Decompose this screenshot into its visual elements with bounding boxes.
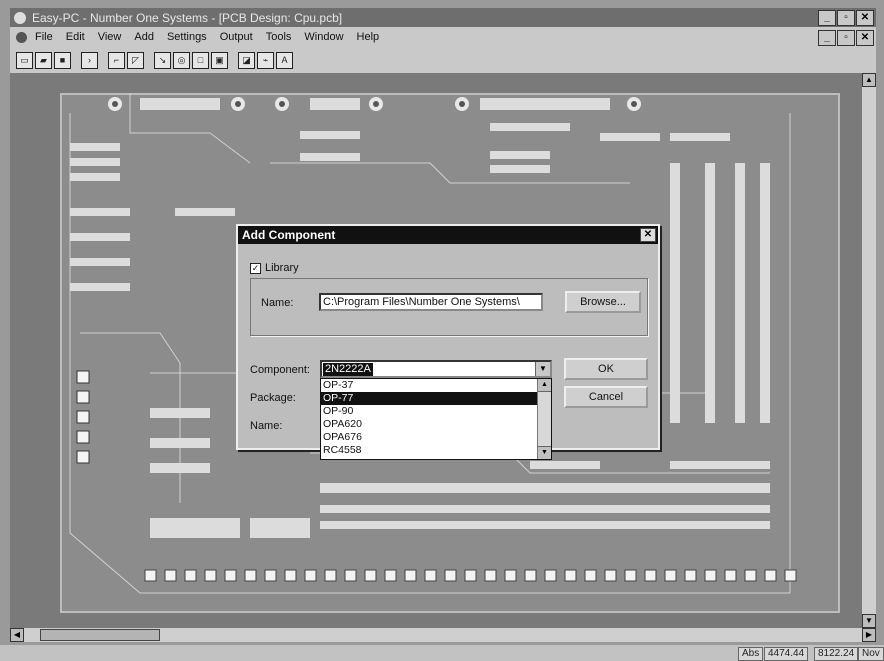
scroll-down-icon[interactable]: ▼: [862, 614, 876, 628]
dropdown-item[interactable]: OP-90: [321, 405, 537, 418]
add-component-dialog: Add Component ✕ ✓ Library Name: C:\Progr…: [236, 224, 660, 460]
menu-window[interactable]: Window: [304, 31, 343, 43]
menu-tools[interactable]: Tools: [266, 31, 292, 43]
library-path-field[interactable]: C:\Program Files\Number One Systems\: [319, 293, 543, 311]
link-icon[interactable]: ⌁: [257, 51, 274, 69]
document-controls: _ ▫ ✕: [818, 30, 874, 46]
status-y: 8122.24: [814, 647, 859, 661]
arrow-icon[interactable]: ›: [81, 51, 98, 69]
dropdown-item[interactable]: RC4558: [321, 444, 537, 457]
component-dropdown-list[interactable]: OP-37 OP-77 OP-90 OPA620 OPA676 RC4558 ▲…: [320, 378, 552, 460]
maximize-button[interactable]: ▫: [837, 10, 855, 26]
horizontal-scrollbar[interactable]: ◀ ▶: [10, 628, 876, 642]
scroll-right-icon[interactable]: ▶: [862, 628, 876, 642]
via-icon[interactable]: ◎: [173, 51, 190, 69]
scroll-up-icon[interactable]: ▲: [862, 73, 876, 87]
scroll-thumb[interactable]: [40, 629, 160, 641]
menu-edit[interactable]: Edit: [66, 31, 85, 43]
menu-output[interactable]: Output: [220, 31, 253, 43]
window-controls: _ ▫ ✕: [818, 10, 874, 26]
minimize-button[interactable]: _: [818, 10, 836, 26]
status-bar: Abs 4474.44 8122.24 Nov: [0, 645, 884, 661]
app-icon[interactable]: [14, 11, 26, 24]
document-icon[interactable]: [16, 31, 27, 43]
component-value: 2N2222A: [323, 363, 373, 376]
library-label: Library: [265, 262, 299, 274]
toolbar: ▭ ▰ ■ › ⌐ ◸ ↘ ◎ □ ▣ ◪ ⌁ A: [10, 47, 876, 73]
browse-button[interactable]: Browse...: [565, 291, 641, 313]
component-label: Component:: [250, 364, 310, 376]
menu-file[interactable]: File: [35, 31, 53, 43]
menu-bar: File Edit View Add Settings Output Tools…: [10, 27, 876, 47]
menu-view[interactable]: View: [98, 31, 122, 43]
dropdown-scroll-up-icon[interactable]: ▲: [538, 379, 551, 392]
window-title: Easy-PC - Number One Systems - [PCB Desi…: [32, 10, 343, 25]
ok-button[interactable]: OK: [564, 358, 648, 380]
dialog-title-bar[interactable]: Add Component ✕: [238, 226, 658, 244]
menu-settings[interactable]: Settings: [167, 31, 207, 43]
dropdown-item-selected[interactable]: OP-77: [321, 392, 537, 405]
status-units: Nov: [858, 647, 884, 661]
dropdown-item[interactable]: OPA620: [321, 418, 537, 431]
doc-maximize-button[interactable]: ▫: [837, 30, 855, 46]
name-label: Name:: [250, 420, 283, 432]
dialog-close-icon[interactable]: ✕: [640, 228, 656, 242]
pointer-icon[interactable]: ◸: [127, 51, 144, 69]
save-icon[interactable]: ■: [54, 51, 71, 69]
status-x: 4474.44: [764, 647, 809, 661]
scroll-left-icon[interactable]: ◀: [10, 628, 24, 642]
component-combobox[interactable]: 2N2222A ▼: [320, 360, 552, 378]
track-icon[interactable]: ↘: [154, 51, 171, 69]
copper-icon[interactable]: ◪: [238, 51, 255, 69]
open-doc-icon[interactable]: ▰: [35, 51, 52, 69]
dropdown-scroll-down-icon[interactable]: ▼: [538, 446, 551, 459]
text-icon[interactable]: A: [276, 51, 293, 69]
pad-icon[interactable]: □: [192, 51, 209, 69]
dialog-title: Add Component: [242, 228, 336, 242]
dropdown-item[interactable]: OPA676: [321, 431, 537, 444]
library-group: Name: C:\Program Files\Number One System…: [250, 278, 648, 336]
vertical-scrollbar[interactable]: ▲ ▼: [862, 73, 876, 628]
select-icon[interactable]: ⌐: [108, 51, 125, 69]
package-label: Package:: [250, 392, 296, 404]
status-mode: Abs: [738, 647, 764, 661]
new-doc-icon[interactable]: ▭: [16, 51, 33, 69]
library-checkbox-row[interactable]: ✓ Library: [250, 262, 299, 274]
doc-minimize-button[interactable]: _: [818, 30, 836, 46]
close-button[interactable]: ✕: [856, 10, 874, 26]
library-checkbox[interactable]: ✓: [250, 262, 261, 274]
doc-close-button[interactable]: ✕: [856, 30, 874, 46]
library-name-label: Name:: [261, 297, 294, 309]
title-bar[interactable]: Easy-PC - Number One Systems - [PCB Desi…: [10, 8, 876, 27]
component-icon[interactable]: ▣: [211, 51, 228, 69]
dropdown-item[interactable]: OP-37: [321, 379, 537, 392]
dropdown-scrollbar[interactable]: ▲ ▼: [537, 379, 551, 459]
chevron-down-icon[interactable]: ▼: [535, 362, 550, 376]
menu-help[interactable]: Help: [357, 31, 380, 43]
menu-add[interactable]: Add: [134, 31, 154, 43]
cancel-button[interactable]: Cancel: [564, 386, 648, 408]
